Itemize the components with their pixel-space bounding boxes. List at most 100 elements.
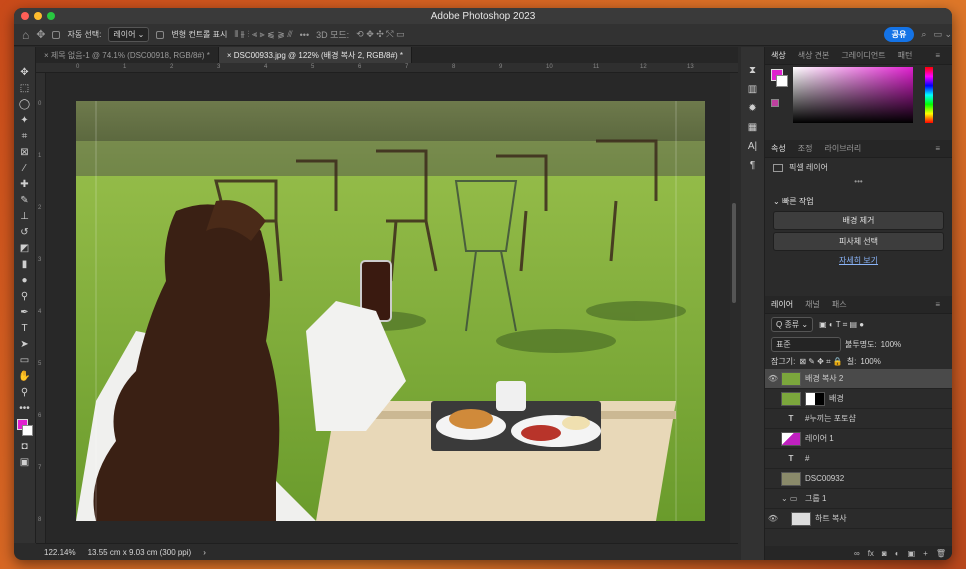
blur-tool-icon[interactable]: ●	[18, 273, 32, 287]
home-icon[interactable]: ⌂	[22, 28, 29, 42]
tab-paths[interactable]: 패스	[826, 299, 853, 310]
tab-untitled-1[interactable]: × 제목 없음-1 @ 74.1% (DSC00918, RGB/8#) *	[36, 47, 219, 63]
learn-more-link[interactable]: 자세히 보기	[765, 255, 952, 266]
cube-icon[interactable]: ▥	[748, 84, 757, 95]
filter-icons[interactable]: ▣ ◐ T ⌗ ▤ ●	[819, 320, 864, 330]
visibility-eye-icon[interactable]: 👁	[765, 514, 781, 523]
eraser-tool-icon[interactable]: ◩	[18, 241, 32, 255]
align-icon[interactable]: ⫴ ⫵ ⫶ ⫷ ⫸ ⫹ ⫺ ⫻	[234, 29, 292, 40]
adjust-icon[interactable]: ✹	[748, 103, 756, 114]
tab-swatches[interactable]: 색상 견본	[792, 50, 836, 61]
layer-row[interactable]: 👁 하트 복사	[765, 509, 952, 529]
healing-brush-tool-icon[interactable]: ✚	[18, 177, 32, 191]
layer-row[interactable]: T #누끼는 포토샵	[765, 409, 952, 429]
minimize-window-button[interactable]	[34, 12, 42, 20]
canvas-vertical-scrollbar[interactable]	[730, 73, 738, 543]
brush-tool-icon[interactable]: ✎	[18, 193, 32, 207]
magic-wand-tool-icon[interactable]: ✦	[18, 113, 32, 127]
blend-mode-dropdown[interactable]: 표준	[771, 337, 841, 352]
hue-slider[interactable]	[925, 67, 933, 123]
delete-layer-icon[interactable]: 🗑	[936, 549, 946, 558]
paragraph-icon[interactable]: ¶	[750, 160, 755, 171]
screen-mode-icon[interactable]: ▣	[18, 455, 32, 469]
zoom-level[interactable]: 122.14%	[44, 548, 76, 557]
frame-tool-icon[interactable]: ⊠	[18, 145, 32, 159]
ruler-vertical: 0 1 2 3 4 5 6 7 8	[36, 73, 46, 543]
more-tools-icon[interactable]: •••	[18, 401, 32, 415]
new-group-icon[interactable]: ▣	[908, 549, 916, 558]
color-field[interactable]	[793, 67, 913, 123]
properties-more-icon[interactable]: •••	[765, 177, 952, 186]
move-tool-icon[interactable]: ✥	[36, 28, 45, 41]
lasso-tool-icon[interactable]: ◯	[18, 97, 32, 111]
rectangle-tool-icon[interactable]: ▭	[18, 353, 32, 367]
layer-row[interactable]: DSC00932	[765, 469, 952, 489]
transform-controls-checkbox[interactable]	[156, 30, 165, 39]
lock-icons[interactable]: ⊠ ✎ ✥ ⌗ 🔒	[799, 357, 842, 367]
layer-style-icon[interactable]: fx	[868, 549, 874, 558]
zoom-window-button[interactable]	[47, 12, 55, 20]
dodge-tool-icon[interactable]: ⚲	[18, 289, 32, 303]
workspace-icon[interactable]: ▭ ⌄	[933, 29, 952, 40]
quick-mask-icon[interactable]: ◘	[18, 439, 32, 453]
tab-channels[interactable]: 채널	[799, 299, 826, 310]
background-color[interactable]	[21, 425, 33, 436]
eyedropper-tool-icon[interactable]: ⁄	[18, 161, 32, 175]
layer-row[interactable]: 배경	[765, 389, 952, 409]
remove-background-button[interactable]: 배경 제거	[773, 211, 944, 230]
properties-panel-menu-icon[interactable]: ≡	[929, 144, 946, 153]
tab-libraries[interactable]: 라이브러리	[818, 143, 867, 154]
tab-color[interactable]: 색상	[765, 50, 792, 61]
histogram-icon[interactable]: ▦	[748, 122, 757, 133]
quick-actions-header[interactable]: ⌄ 빠른 작업	[765, 194, 952, 209]
history-icon[interactable]: ⧗	[749, 65, 756, 76]
add-mask-icon[interactable]: ◙	[882, 549, 887, 558]
auto-select-checkbox[interactable]	[52, 30, 61, 39]
gradient-tool-icon[interactable]: ▮	[18, 257, 32, 271]
layer-row[interactable]: ⌄ ▭ 그룹 1	[765, 489, 952, 509]
type-tool-icon[interactable]: T	[18, 321, 32, 335]
color-panel-menu-icon[interactable]: ≡	[929, 51, 946, 60]
hand-tool-icon[interactable]: ✋	[18, 369, 32, 383]
tab-properties[interactable]: 속성	[765, 143, 792, 154]
marquee-tool-icon[interactable]: ⬚	[18, 81, 32, 95]
3d-controls-icon[interactable]: ⟲ ✥ ✣ ⤲ ▭	[356, 29, 404, 40]
fill-value[interactable]: 100%	[860, 357, 880, 366]
share-button[interactable]: 공유	[883, 27, 915, 42]
layer-row[interactable]: 👁 배경 복사 2	[765, 369, 952, 389]
auto-select-dropdown[interactable]: 레이어 ⌄	[108, 27, 150, 42]
path-select-tool-icon[interactable]: ➤	[18, 337, 32, 351]
tab-patterns[interactable]: 패턴	[892, 50, 919, 61]
pen-tool-icon[interactable]: ✒	[18, 305, 32, 319]
stamp-tool-icon[interactable]: ⊥	[18, 209, 32, 223]
move-tool-icon[interactable]: ✥	[18, 65, 32, 79]
layer-row[interactable]: 레이어 1	[765, 429, 952, 449]
out-of-gamut-swatch[interactable]	[771, 99, 779, 107]
opacity-value[interactable]: 100%	[881, 340, 901, 349]
tab-gradients[interactable]: 그레이디언트	[835, 50, 891, 61]
layer-row[interactable]: T #	[765, 449, 952, 469]
tab-adjustments[interactable]: 조정	[792, 143, 819, 154]
history-brush-tool-icon[interactable]: ↺	[18, 225, 32, 239]
tab-layers[interactable]: 레이어	[765, 299, 799, 310]
document-image[interactable]	[76, 101, 705, 521]
layer-name: 배경	[829, 394, 844, 403]
visibility-eye-icon[interactable]: 👁	[765, 374, 781, 383]
color-swatches[interactable]	[16, 419, 33, 437]
status-menu-icon[interactable]: ›	[203, 548, 206, 557]
more-options-icon[interactable]: •••	[300, 30, 309, 40]
zoom-tool-icon[interactable]: ⚲	[18, 385, 32, 399]
tab-dsc00933[interactable]: × DSC00933.jpg @ 122% (배경 복사 2, RGB/8#) …	[218, 47, 412, 63]
adjustment-layer-icon[interactable]: ◐	[895, 549, 900, 558]
close-window-button[interactable]	[21, 12, 29, 20]
scroll-thumb[interactable]	[732, 203, 736, 303]
character-icon[interactable]: A|	[748, 141, 757, 152]
select-subject-button[interactable]: 피사체 선택	[773, 232, 944, 251]
crop-tool-icon[interactable]: ⌗	[18, 129, 32, 143]
color-bg-swatch[interactable]	[776, 75, 788, 87]
new-layer-icon[interactable]: +	[923, 549, 928, 558]
layer-filter-dropdown[interactable]: Q 종류 ⌄	[771, 317, 814, 332]
layers-panel-menu-icon[interactable]: ≡	[929, 300, 946, 309]
link-layers-icon[interactable]: ∞	[854, 549, 860, 558]
search-icon[interactable]: ⌕	[921, 29, 926, 40]
